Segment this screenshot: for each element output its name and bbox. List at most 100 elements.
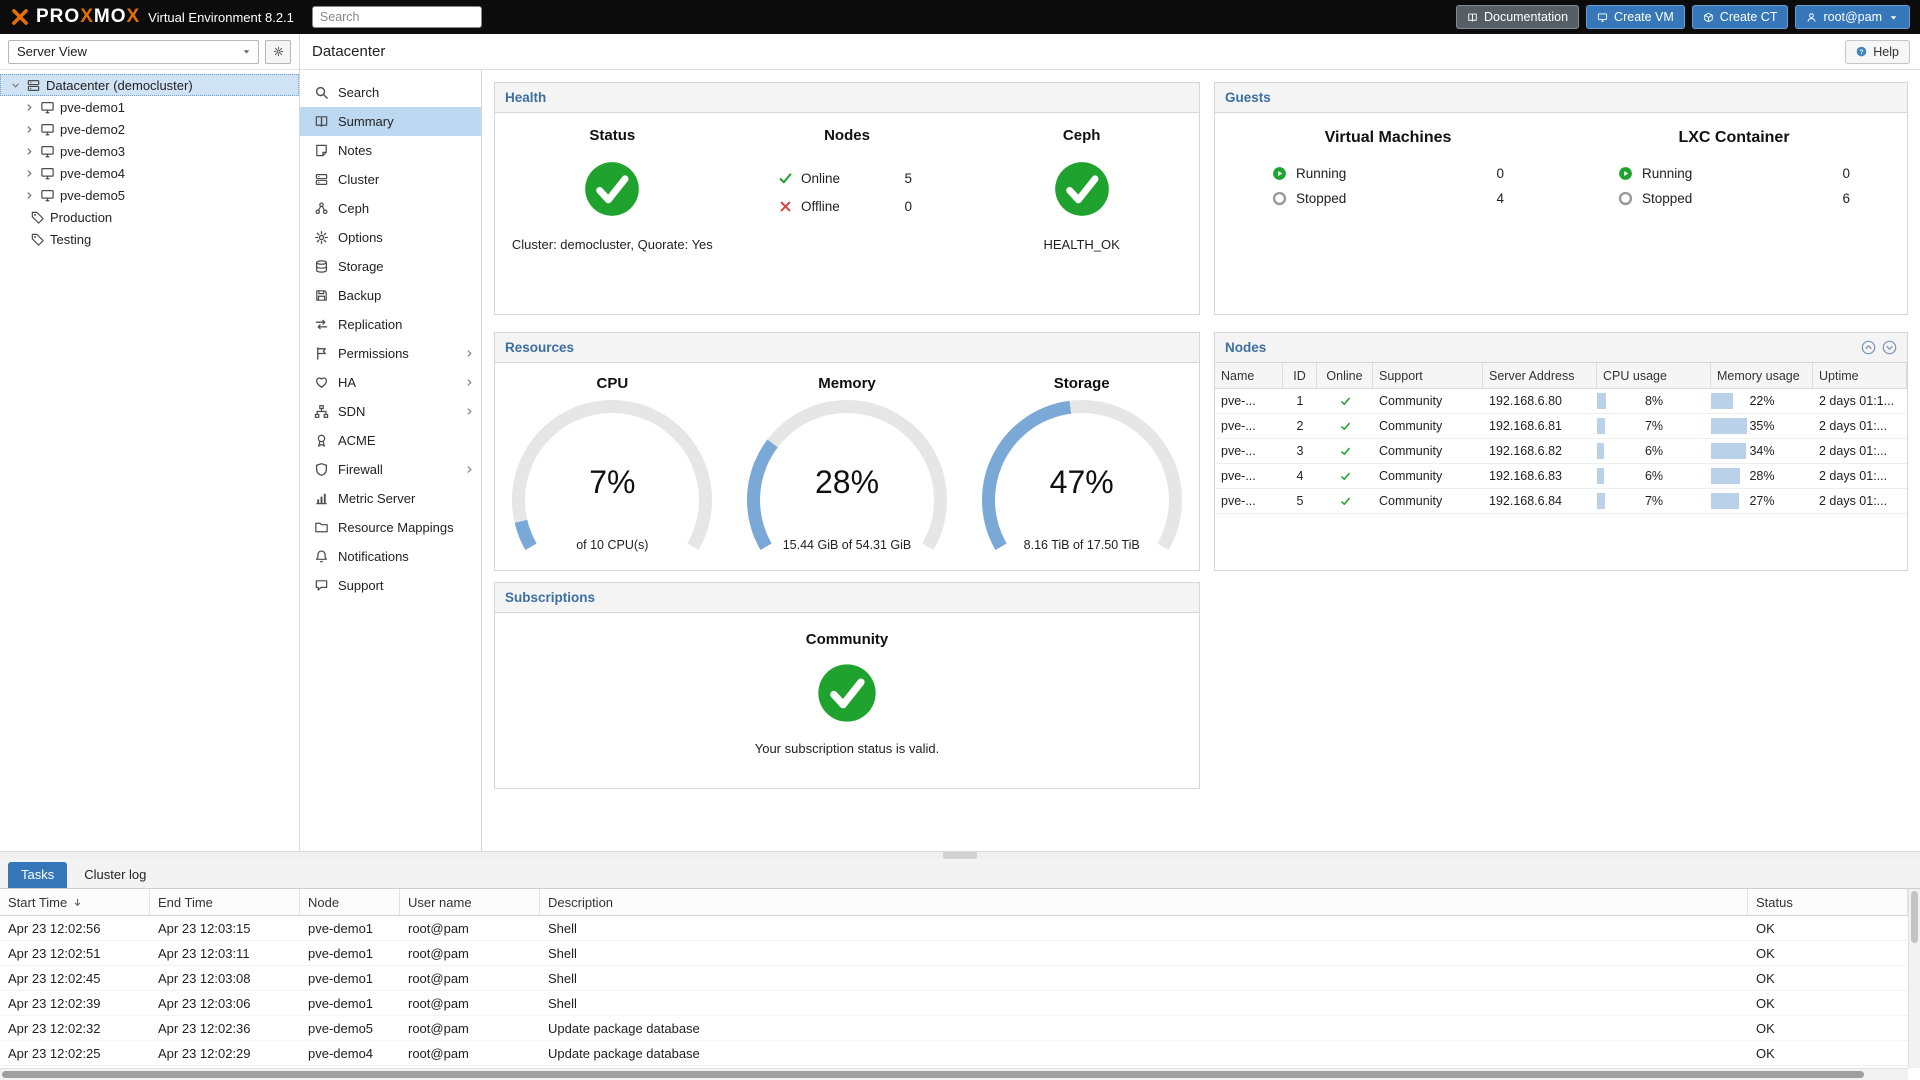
task-status: OK: [1748, 941, 1908, 965]
tasks-horizontal-scrollbar[interactable]: [0, 1068, 1908, 1080]
node-icon: [40, 122, 55, 137]
menu-item-ceph[interactable]: Ceph: [300, 194, 481, 223]
column-header-node[interactable]: Node: [300, 889, 400, 915]
server-icon: [314, 172, 329, 187]
task-row-1[interactable]: Apr 23 12:02:56 Apr 23 12:03:15 pve-demo…: [0, 916, 1908, 941]
column-header-description[interactable]: Description: [540, 889, 1748, 915]
tree-item-pve-demo4[interactable]: pve-demo4: [0, 162, 299, 184]
task-row-5[interactable]: Apr 23 12:02:32 Apr 23 12:02:36 pve-demo…: [0, 1016, 1908, 1041]
chevron-right-icon[interactable]: [24, 102, 35, 113]
tree-item-datacenter[interactable]: Datacenter (democluster): [0, 74, 299, 96]
pool-tag-icon: [30, 210, 45, 225]
ceph-ok-check-icon: [1053, 160, 1111, 218]
caret-down-icon: [241, 46, 252, 57]
task-row-4[interactable]: Apr 23 12:02:39 Apr 23 12:03:06 pve-demo…: [0, 991, 1908, 1016]
node-row-4[interactable]: pve-... 4 Community 192.168.6.83 6% 28% …: [1215, 464, 1907, 489]
cpu-usage-bar: 7%: [1597, 414, 1711, 438]
node-row-3[interactable]: pve-... 3 Community 192.168.6.82 6% 34% …: [1215, 439, 1907, 464]
tab-tasks[interactable]: Tasks: [8, 862, 67, 888]
chevron-right-icon: [464, 406, 475, 417]
menu-item-search[interactable]: Search: [300, 78, 481, 107]
column-header-uptime[interactable]: Uptime: [1813, 363, 1907, 388]
tab-cluster-log[interactable]: Cluster log: [71, 862, 159, 888]
top-bar: PROXMOX Virtual Environment 8.2.1 Docume…: [0, 0, 1920, 34]
column-header-online[interactable]: Online: [1317, 363, 1373, 388]
node-row-2[interactable]: pve-... 2 Community 192.168.6.81 7% 35% …: [1215, 414, 1907, 439]
menu-item-notes[interactable]: Notes: [300, 136, 481, 165]
tree-item-pve-demo3[interactable]: pve-demo3: [0, 140, 299, 162]
column-header-memory[interactable]: Memory usage: [1711, 363, 1813, 388]
chevron-right-icon[interactable]: [24, 146, 35, 157]
ceph-health-label: HEALTH_OK: [964, 237, 1199, 252]
resource-tree-panel: Server View Datacenter (democluster) pve…: [0, 34, 300, 851]
tree-item-pve-demo2[interactable]: pve-demo2: [0, 118, 299, 140]
chevron-down-icon[interactable]: [10, 80, 21, 91]
menu-item-ha[interactable]: HA: [300, 368, 481, 397]
menu-item-backup[interactable]: Backup: [300, 281, 481, 310]
subscriptions-panel-title: Subscriptions: [495, 583, 1199, 613]
menu-item-sdn[interactable]: SDN: [300, 397, 481, 426]
menu-item-metric-server[interactable]: Metric Server: [300, 484, 481, 513]
column-header-status[interactable]: Status: [1748, 889, 1908, 915]
online-count: 5: [904, 171, 916, 186]
lxc-stopped-row: Stopped 6: [1618, 186, 1850, 211]
tree-settings-button[interactable]: [265, 40, 291, 64]
documentation-button[interactable]: Documentation: [1456, 5, 1579, 29]
task-row-3[interactable]: Apr 23 12:02:45 Apr 23 12:03:08 pve-demo…: [0, 966, 1908, 991]
user-menu-button[interactable]: root@pam: [1795, 5, 1910, 29]
column-header-name[interactable]: Name: [1215, 363, 1283, 388]
node-row-1[interactable]: pve-... 1 Community 192.168.6.80 8% 22% …: [1215, 389, 1907, 414]
scrollbar-thumb[interactable]: [2, 1071, 1864, 1078]
menu-item-summary[interactable]: Summary: [300, 107, 481, 136]
chevron-right-icon[interactable]: [24, 168, 35, 179]
bottom-splitter[interactable]: [0, 851, 1920, 859]
task-row-6[interactable]: Apr 23 12:02:25 Apr 23 12:02:29 pve-demo…: [0, 1041, 1908, 1066]
column-header-cpu[interactable]: CPU usage: [1597, 363, 1711, 388]
menu-item-acme[interactable]: ACME: [300, 426, 481, 455]
resource-tree: Datacenter (democluster) pve-demo1 pve-d…: [0, 70, 299, 250]
tree-item-testing[interactable]: Testing: [0, 228, 299, 250]
column-header-address[interactable]: Server Address: [1483, 363, 1597, 388]
tree-item-pve-demo5[interactable]: pve-demo5: [0, 184, 299, 206]
status-ok-check-icon: [583, 160, 641, 218]
summary-content: Health Status Cluster: democluster, Quor…: [482, 70, 1920, 851]
cpu-usage-bar: 7%: [1597, 489, 1711, 513]
online-check-icon: [1340, 471, 1351, 482]
menu-item-storage[interactable]: Storage: [300, 252, 481, 281]
column-header-start-time[interactable]: Start Time: [0, 889, 150, 915]
collapse-up-icon[interactable]: [1861, 340, 1876, 355]
task-status: OK: [1748, 966, 1908, 990]
scrollbar-thumb[interactable]: [1911, 891, 1918, 943]
offline-count: 0: [904, 199, 916, 214]
task-row-2[interactable]: Apr 23 12:02:51 Apr 23 12:03:11 pve-demo…: [0, 941, 1908, 966]
create-vm-button[interactable]: Create VM: [1586, 5, 1685, 29]
lxc-guests-block: LXC Container Running 0: [1561, 129, 1907, 211]
node-row-5[interactable]: pve-... 5 Community 192.168.6.84 7% 27% …: [1215, 489, 1907, 514]
menu-item-cluster[interactable]: Cluster: [300, 165, 481, 194]
menu-item-notifications[interactable]: Notifications: [300, 542, 481, 571]
menu-item-support[interactable]: Support: [300, 571, 481, 600]
tasks-panel: Tasks Cluster log Start Time End Time No…: [0, 859, 1920, 1080]
search-input[interactable]: [312, 6, 482, 28]
view-mode-select[interactable]: Server View: [8, 40, 259, 64]
tasks-tabbar: Tasks Cluster log: [0, 859, 1920, 889]
collapse-down-icon[interactable]: [1882, 340, 1897, 355]
column-header-user[interactable]: User name: [400, 889, 540, 915]
help-button[interactable]: Help: [1845, 40, 1910, 64]
column-header-end-time[interactable]: End Time: [150, 889, 300, 915]
menu-item-replication[interactable]: Replication: [300, 310, 481, 339]
column-header-id[interactable]: ID: [1283, 363, 1317, 388]
menu-item-firewall[interactable]: Firewall: [300, 455, 481, 484]
menu-item-options[interactable]: Options: [300, 223, 481, 252]
tasks-vertical-scrollbar[interactable]: [1908, 889, 1920, 1068]
column-header-support[interactable]: Support: [1373, 363, 1483, 388]
create-ct-button[interactable]: Create CT: [1692, 5, 1789, 29]
database-icon: [314, 259, 329, 274]
menu-item-permissions[interactable]: Permissions: [300, 339, 481, 368]
chevron-right-icon[interactable]: [24, 124, 35, 135]
chevron-right-icon[interactable]: [24, 190, 35, 201]
tree-item-production[interactable]: Production: [0, 206, 299, 228]
node-icon: [40, 100, 55, 115]
menu-item-resource-mappings[interactable]: Resource Mappings: [300, 513, 481, 542]
tree-item-pve-demo1[interactable]: pve-demo1: [0, 96, 299, 118]
